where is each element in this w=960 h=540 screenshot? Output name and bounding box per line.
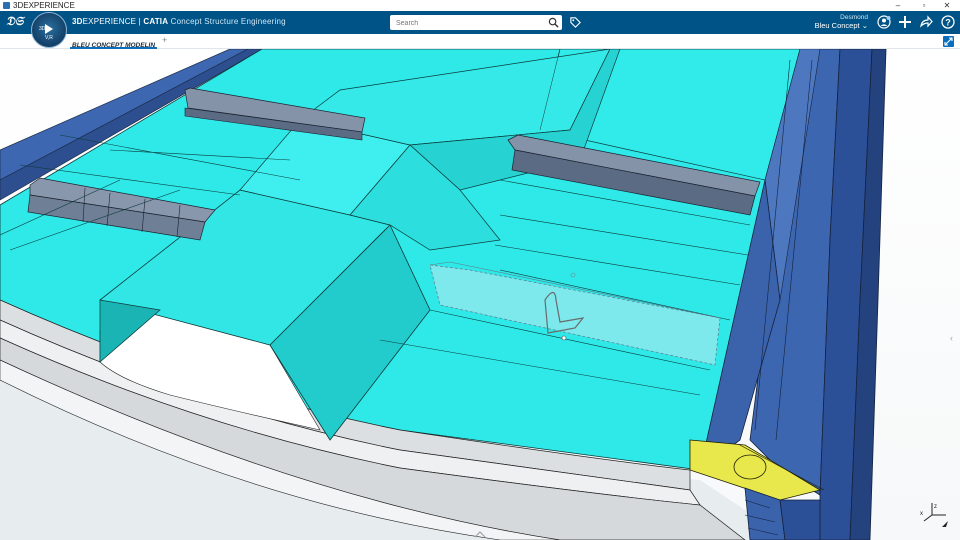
plus-icon[interactable] [898,15,912,29]
concept-structure-model[interactable] [0,49,960,540]
tab-bar: BLEU CONCEPT MODELIN + [0,34,960,49]
window-title: 3DEXPERIENCE [13,1,75,10]
brand-product: CATIA [143,17,169,26]
user-menu[interactable]: Desmond Bleu Concept ⌄ [800,14,868,30]
axis-triad-icon[interactable]: x z [918,501,950,529]
app-icon [3,2,10,9]
3d-viewport[interactable]: ‹ x z [0,49,960,540]
svg-text:x: x [920,511,923,517]
play-icon[interactable] [45,24,53,34]
svg-text:?: ? [945,18,951,28]
close-button[interactable]: ✕ [934,0,960,11]
chevron-down-icon: ⌄ [861,21,868,30]
chevron-up-icon[interactable] [474,530,486,538]
ds-logo-icon[interactable]: 𝔇𝔖 [6,14,23,29]
help-icon[interactable]: ? [941,15,955,29]
app-brand: 3DEXPERIENCE | CATIA Concept Structure E… [72,17,286,26]
compass-label: V,R [45,35,53,41]
share-icon[interactable] [919,15,933,29]
brand-app-name: Concept Structure Engineering [168,17,286,26]
top-app-bar: 𝔇𝔖 3DEXPERIENCE | CATIA Concept Structur… [0,11,960,34]
collab-space[interactable]: Bleu Concept ⌄ [800,22,868,30]
brand-3d: 3D [72,17,83,26]
tab-label: BLEU CONCEPT MODELIN [72,42,156,49]
svg-text:z: z [934,504,937,510]
minimize-button[interactable]: – [885,0,911,11]
compass-widget[interactable]: 3D V,R [31,12,67,48]
search-icon[interactable] [548,17,559,28]
chevron-left-icon[interactable]: ‹ [950,333,953,343]
user-profile-icon[interactable] [877,15,891,29]
collab-space-label: Bleu Concept [814,21,860,30]
expand-icon[interactable] [943,36,954,47]
search-input[interactable] [394,16,548,31]
brand-experience: EXPERIENCE | [82,17,144,26]
search-box[interactable] [390,15,562,31]
tab-bleu-concept-modeling[interactable]: BLEU CONCEPT MODELIN [70,34,158,49]
tag-icon[interactable] [569,16,582,29]
add-tab-button[interactable]: + [162,35,167,45]
